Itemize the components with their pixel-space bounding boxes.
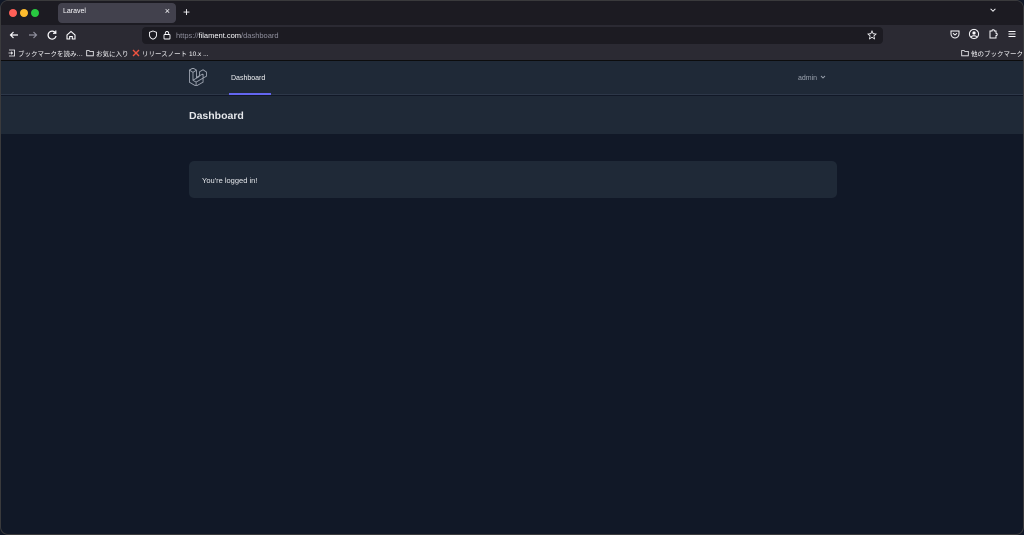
url-scheme: https:// bbox=[176, 31, 199, 40]
url-text[interactable]: https://filament.com/dashboard bbox=[176, 31, 279, 40]
forward-arrow-icon[interactable] bbox=[26, 28, 40, 42]
active-nav-indicator bbox=[229, 93, 271, 95]
browser-titlebar: Laravel × + bbox=[1, 1, 1023, 25]
user-name: admin bbox=[798, 75, 818, 82]
bookmark-label: リリースノート 10.x ... bbox=[142, 51, 209, 58]
nav-link-dashboard[interactable]: Dashboard bbox=[229, 61, 271, 95]
extensions-icon[interactable] bbox=[987, 28, 999, 40]
app-navigation: Dashboard admin bbox=[1, 61, 1023, 95]
url-path: /dashboard bbox=[241, 31, 279, 40]
chevron-down-icon bbox=[820, 75, 826, 79]
import-bookmark-icon bbox=[8, 49, 15, 57]
browser-window: Laravel × + https://filament.com/dashboa… bbox=[0, 0, 1024, 535]
lock-icon[interactable] bbox=[162, 30, 172, 40]
new-tab-button[interactable]: + bbox=[183, 5, 190, 19]
bookmark-label: ブックマークを読み… bbox=[18, 51, 83, 58]
status-card: You're logged in! bbox=[189, 161, 837, 198]
tab-title: Laravel bbox=[63, 8, 86, 15]
url-bar[interactable]: https://filament.com/dashboard bbox=[142, 27, 883, 44]
bookmark-label: お気に入り bbox=[96, 51, 129, 58]
bookmarks-toolbar: ブックマークを読み… お気に入り リリースノート 10.x ... 他のブックマ… bbox=[1, 45, 1023, 61]
tracking-shield-icon[interactable] bbox=[148, 30, 158, 40]
close-window-button[interactable] bbox=[9, 9, 17, 17]
bookmark-item-release-notes[interactable]: リリースノート 10.x ... bbox=[132, 48, 209, 58]
bookmark-item-favorites[interactable]: お気に入り bbox=[86, 48, 129, 58]
tab-close-button[interactable]: × bbox=[165, 6, 170, 16]
reload-icon[interactable] bbox=[45, 28, 59, 42]
pocket-icon[interactable] bbox=[949, 28, 961, 40]
url-host: filament.com bbox=[198, 31, 242, 40]
maximize-window-button[interactable] bbox=[31, 9, 39, 17]
nav-link-label: Dashboard bbox=[231, 75, 266, 82]
browser-toolbar: https://filament.com/dashboard bbox=[1, 25, 1023, 45]
tab-list-chevron-icon[interactable] bbox=[989, 6, 997, 14]
laravel-logo-icon[interactable] bbox=[189, 68, 207, 86]
account-icon[interactable] bbox=[968, 28, 980, 40]
bookmark-other[interactable]: 他のブックマーク bbox=[961, 48, 1023, 58]
page-title: Dashboard bbox=[189, 110, 244, 122]
bookmark-item-read[interactable]: ブックマークを読み… bbox=[8, 48, 83, 58]
bookmark-label: 他のブックマーク bbox=[971, 51, 1023, 58]
logged-in-message: You're logged in! bbox=[202, 176, 258, 185]
page-header: Dashboard bbox=[1, 96, 1023, 134]
home-icon[interactable] bbox=[64, 28, 78, 42]
laravel-favicon-icon bbox=[132, 49, 140, 57]
back-arrow-icon[interactable] bbox=[7, 28, 21, 42]
folder-icon bbox=[961, 50, 969, 57]
browser-tab[interactable]: Laravel × bbox=[58, 3, 176, 23]
bookmark-star-icon[interactable] bbox=[867, 30, 877, 40]
menu-hamburger-icon[interactable] bbox=[1006, 28, 1018, 40]
folder-icon bbox=[86, 50, 94, 57]
minimize-window-button[interactable] bbox=[20, 9, 28, 17]
user-dropdown[interactable]: admin bbox=[798, 74, 826, 84]
